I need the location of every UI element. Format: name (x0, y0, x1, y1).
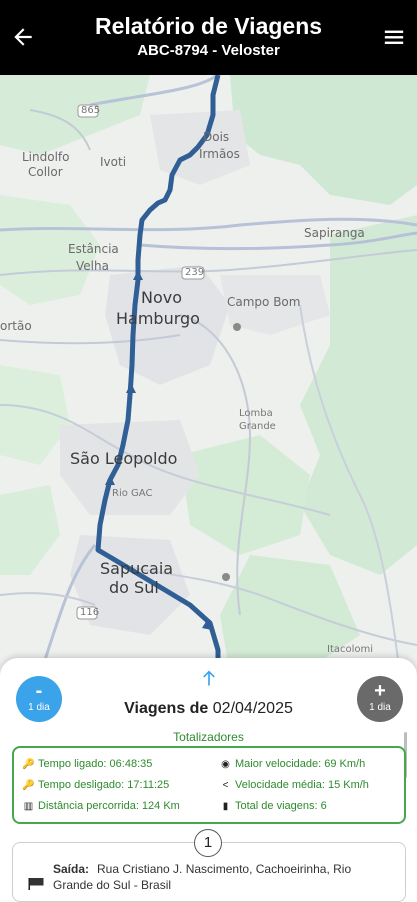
trips-date-heading: Viagens de 02/04/2025 (0, 700, 417, 718)
engine-on-item: 🔑 Tempo ligado: 06:48:35 (22, 758, 152, 770)
avg-speed-text: Velocidade média: 15 Km/h (235, 779, 369, 791)
hamburger-menu-icon[interactable] (383, 26, 405, 48)
engine-off-text: Tempo desligado: 17:11:25 (38, 779, 170, 791)
map-label-sapiranga: Sapiranga (304, 226, 365, 240)
map-label-sapucaia: Sapucaia (100, 559, 174, 578)
map-label-hamburgo: Hamburgo (116, 309, 200, 328)
totals-box: 🔑 Tempo ligado: 06:48:35 🔑 Tempo desligado… (12, 746, 406, 824)
departure-address: Rua Cristiano J. Nascimento, Cachoeirinh… (53, 862, 352, 892)
trips-of-label: Viagens de (124, 700, 209, 717)
trip-number-badge: 1 (194, 829, 222, 857)
map-label-collor: Collor (28, 165, 63, 179)
map-label-rio-gac: Rio GAC (112, 488, 153, 499)
total-trips-text: Total de viagens: 6 (235, 800, 327, 812)
total-trips-item: ▮ Total de viagens: 6 (219, 800, 327, 812)
page-title: Relatório de Viagens (94, 13, 323, 39)
engine-off-item: 🔑 Tempo desligado: 17:11:25 (22, 779, 169, 791)
map-label-lomba: Lomba (239, 408, 273, 419)
map-label-dois: Dois (203, 130, 230, 144)
max-speed-item: ◉ Maior velocidade: 69 Km/h (219, 758, 365, 770)
vehicle-subtitle: ABC-8794 - Veloster (137, 42, 280, 59)
plus-sign: + (374, 680, 386, 702)
map-label-campo-bom: Campo Bom (227, 295, 301, 309)
map-label-grande: Grande (239, 421, 276, 432)
trip-report-panel: - 1 dia + 1 dia Viagens de 02/04/2025 To… (0, 658, 417, 902)
map-label-itacolomi: Itacolomi (327, 644, 374, 655)
departure-info: Saída: Rua Cristiano J. Nascimento, Cacho… (53, 861, 393, 893)
key-icon: 🔑 (22, 780, 35, 791)
key-icon: 🔑 (22, 759, 35, 770)
avg-speed-item: < Velocidade média: 15 Km/h (219, 779, 369, 791)
max-speed-text: Maior velocidade: 69 Km/h (235, 758, 366, 770)
map-label-sao-leopoldo: São Leopoldo (70, 449, 178, 468)
map-shield-116: 116 (80, 607, 100, 618)
trips-date-value: 02/04/2025 (212, 700, 293, 717)
map-shield-865: 865 (81, 105, 101, 116)
map-label-velha: Velha (76, 259, 109, 273)
map-shield-239: 239 (185, 267, 205, 278)
speedometer-icon: ◉ (221, 759, 230, 770)
departure-label: Saída: (53, 862, 90, 876)
map-label-lindolfo: Lindolfo (22, 150, 70, 164)
flag-icon (28, 878, 44, 890)
distance-item: ▥ Distância percorrida: 124 Km (22, 800, 180, 812)
share-icon: < (222, 780, 229, 791)
map-label-novo: Novo (141, 288, 183, 307)
app-header: Relatório de Viagens ABC-8794 - Veloster (0, 0, 417, 75)
map-icon: ▥ (23, 801, 34, 812)
route-map[interactable]: 865 239 116 Lindolfo Collor Ivoti Dois I… (0, 75, 417, 675)
engine-on-text: Tempo ligado: 06:48:35 (38, 758, 153, 770)
distance-text: Distância percorrida: 124 Km (38, 800, 180, 812)
totals-title: Totalizadores (173, 730, 244, 744)
map-label-irmaos: Irmãos (199, 147, 240, 161)
map-label-ivoti: Ivoti (100, 155, 127, 169)
map-label-estancia: Estância (68, 242, 119, 256)
expand-panel-arrow-icon[interactable] (198, 668, 220, 688)
minus-sign: - (35, 680, 43, 702)
map-label-portao: ortão (0, 319, 32, 333)
document-icon: ▮ (222, 801, 229, 812)
map-label-do-sul: do Sul (109, 578, 159, 597)
